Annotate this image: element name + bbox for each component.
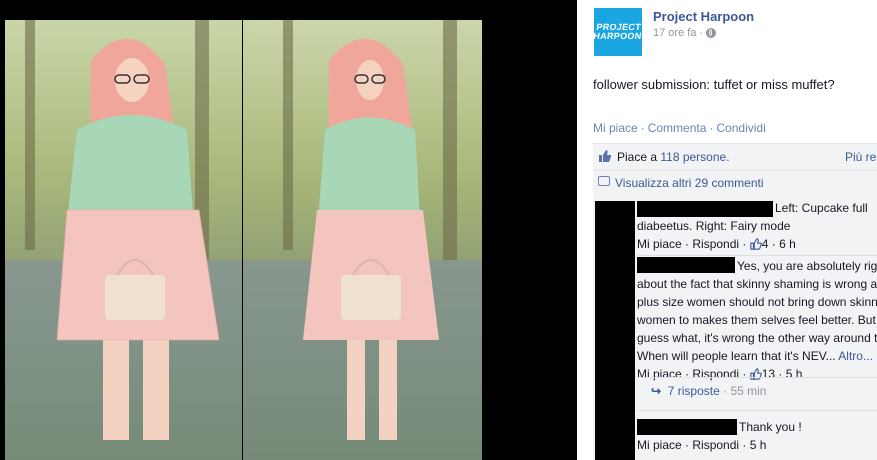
divider: [637, 255, 877, 256]
comment-3-line1: Thank you !: [739, 420, 802, 434]
comment-2-like[interactable]: Mi piace: [637, 367, 682, 381]
view-replies-link[interactable]: ↪ 7 risposte · 55 min: [651, 384, 766, 398]
comment-1-line1: Left: Cupcake full: [775, 201, 868, 215]
comment-2-line3: plus size women should not bring down sk…: [637, 295, 877, 309]
comment-2-line4: women to makes them selves feel better. …: [637, 313, 876, 327]
share-link[interactable]: Condividi: [716, 121, 765, 135]
comment-2-actions: Mi piace · Rispondi · 13 · 5 h: [637, 367, 803, 381]
photo-right[interactable]: [243, 20, 482, 460]
comment-2-likes[interactable]: 13: [762, 367, 775, 381]
comment-3-actions: Mi piace · Rispondi · 5 h: [637, 438, 767, 452]
comment-2-reply[interactable]: Rispondi: [692, 367, 739, 381]
reply-arrow-icon: ↪: [651, 384, 662, 398]
photo-left[interactable]: [5, 20, 242, 460]
post-meta: 17 ore fa ·: [653, 27, 717, 39]
comment-2-line6-text: When will people learn that it's NEV...: [637, 349, 836, 363]
redacted-name-2: [637, 257, 735, 273]
divider: [637, 410, 877, 411]
comment-2-line5: guess what, it's wrong the other way aro…: [637, 331, 877, 345]
page-name[interactable]: Project Harpoon: [653, 9, 754, 24]
meta-separator: ·: [699, 27, 704, 39]
post-actions: Mi piace · Commenta · Condividi: [593, 121, 766, 135]
like-link[interactable]: Mi piace: [593, 121, 638, 135]
comment-1-line2: diabeetus. Right: Fairy mode: [637, 219, 791, 233]
comment-2-line2: about the fact that skinny shaming is wr…: [637, 277, 877, 291]
post-panel: PROJECT HARPOON Project Harpoon 17 ore f…: [577, 0, 877, 460]
page-avatar[interactable]: PROJECT HARPOON: [592, 8, 643, 56]
view-more-comments-link[interactable]: Visualizza altri 29 commenti: [615, 176, 764, 190]
likes-prefix: Piace a: [617, 150, 661, 164]
comment-2-line6: When will people learn that it's NEV... …: [637, 347, 873, 365]
comment-3-time[interactable]: 5 h: [750, 438, 767, 452]
likes-text: Piace a 118 persone.: [617, 150, 730, 164]
comment-1-time[interactable]: 6 h: [779, 237, 796, 251]
globe-icon[interactable]: [706, 28, 717, 38]
logo-text: PROJECT HARPOON: [592, 22, 643, 41]
like-count-icon: [750, 238, 762, 250]
comment-2-time[interactable]: 5 h: [786, 367, 803, 381]
more-relevant-link[interactable]: Più re: [845, 150, 876, 164]
see-more-link[interactable]: Altro...: [838, 349, 873, 363]
divider: [637, 377, 877, 378]
comment-3-reply[interactable]: Rispondi: [692, 438, 739, 452]
view-more-comments-row[interactable]: Visualizza altri 29 commenti: [593, 170, 877, 195]
post-text: follower submission: tuffet or miss muff…: [593, 77, 835, 92]
post-time[interactable]: 17 ore fa: [653, 27, 696, 39]
likes-count-link[interactable]: 118 persone.: [660, 150, 729, 164]
replies-count[interactable]: 7 risposte: [668, 384, 720, 398]
redacted-name-1: [637, 201, 773, 217]
comments-list: Left: Cupcake full diabeetus. Right: Fai…: [593, 195, 877, 460]
photo-viewer: [0, 0, 577, 460]
redacted-avatars: [595, 201, 635, 460]
comment-bubble-icon: [598, 176, 610, 186]
comment-1-actions: Mi piace · Rispondi · 4 · 6 h: [637, 237, 796, 251]
comment-2-line1: Yes, you are absolutely rig: [737, 259, 877, 273]
like-count-icon: [750, 368, 762, 380]
replies-time: 55 min: [730, 384, 767, 398]
comment-link[interactable]: Commenta: [648, 121, 707, 135]
likes-row: Piace a 118 persone. Più re: [593, 143, 877, 170]
comment-1-reply[interactable]: Rispondi: [692, 237, 739, 251]
comment-1-like[interactable]: Mi piace: [637, 237, 682, 251]
redacted-name-3: [637, 419, 737, 435]
thumbs-up-icon: [599, 150, 612, 162]
comment-3-like[interactable]: Mi piace: [637, 438, 682, 452]
